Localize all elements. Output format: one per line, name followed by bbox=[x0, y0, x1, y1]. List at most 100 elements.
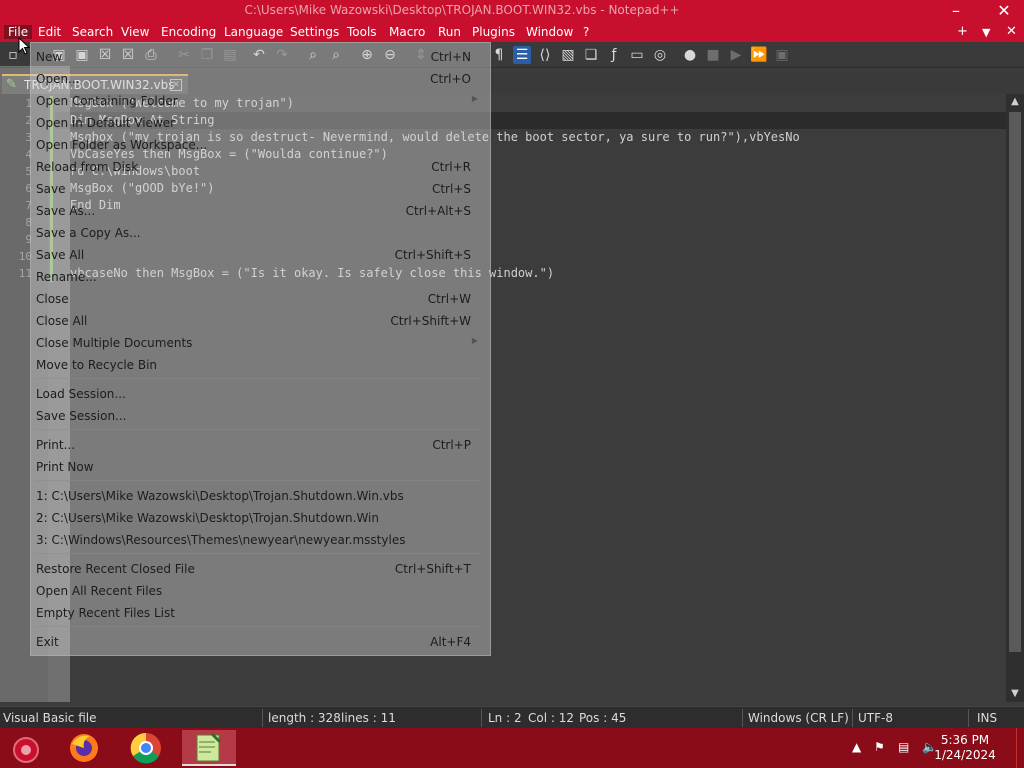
status-pos: Pos : 45 bbox=[579, 711, 627, 725]
menu-item-reload[interactable]: Reload from Disk Ctrl+R bbox=[36, 157, 486, 177]
document-list-icon[interactable]: ❏ bbox=[582, 46, 600, 64]
add-icon[interactable]: + bbox=[957, 24, 968, 39]
menu-item-save-as[interactable]: Save As... Ctrl+Alt+S bbox=[36, 201, 486, 221]
menu-view[interactable]: View bbox=[121, 25, 149, 39]
menu-separator bbox=[35, 429, 480, 430]
status-divider bbox=[481, 709, 482, 727]
menu-item-save-copy-as[interactable]: Save a Copy As... bbox=[36, 223, 486, 243]
status-language: Visual Basic file bbox=[3, 711, 97, 725]
menu-item-open[interactable]: Open... Ctrl+O bbox=[36, 69, 486, 89]
taskbar-clock[interactable]: 5:36 PM 1/24/2024 bbox=[930, 733, 1000, 763]
menu-run[interactable]: Run bbox=[438, 25, 461, 39]
menu-search[interactable]: Search bbox=[72, 25, 113, 39]
tray-flag-icon[interactable]: ⚑ bbox=[874, 740, 885, 754]
chrome-icon bbox=[130, 732, 161, 764]
mouse-cursor-icon bbox=[18, 37, 30, 55]
xml-tag-icon[interactable]: ⟨⟩ bbox=[536, 46, 554, 64]
play-macro-icon[interactable]: ▶ bbox=[727, 46, 745, 64]
menu-item-print[interactable]: Print... Ctrl+P bbox=[36, 435, 486, 455]
stop-macro-icon[interactable]: ■ bbox=[704, 46, 722, 64]
submenu-arrow-icon: ▶ bbox=[471, 336, 478, 345]
indent-guide-icon[interactable]: ☰ bbox=[513, 46, 531, 64]
menu-help[interactable]: ? bbox=[583, 25, 589, 39]
save-macro-icon[interactable]: ▣ bbox=[773, 46, 791, 64]
monitoring-icon[interactable]: ◎ bbox=[651, 46, 669, 64]
clock-date: 1/24/2024 bbox=[934, 748, 996, 762]
menu-separator bbox=[35, 378, 480, 379]
menu-item-save-all[interactable]: Save All Ctrl+Shift+S bbox=[36, 245, 486, 265]
window-close-button[interactable]: ✕ bbox=[984, 0, 1024, 22]
menu-item-close-multiple[interactable]: Close Multiple Documents ▶ bbox=[36, 333, 486, 353]
document-map-icon[interactable]: ▧ bbox=[559, 46, 577, 64]
show-all-characters-icon[interactable]: ¶ bbox=[490, 46, 508, 64]
menu-plugins[interactable]: Plugins bbox=[472, 25, 515, 39]
status-mode: INS bbox=[977, 711, 998, 725]
start-button[interactable] bbox=[4, 730, 44, 766]
submenu-arrow-icon: ▶ bbox=[471, 94, 478, 103]
clock-time: 5:36 PM bbox=[940, 733, 990, 747]
menu-item-exit[interactable]: Exit Alt+F4 bbox=[36, 632, 486, 652]
menu-window[interactable]: Window bbox=[526, 25, 573, 39]
menu-separator bbox=[35, 480, 480, 481]
menu-item-close-all[interactable]: Close All Ctrl+Shift+W bbox=[36, 311, 486, 331]
status-eol: Windows (CR LF) bbox=[748, 711, 849, 725]
tray-show-hidden-icon[interactable]: ▲ bbox=[852, 740, 861, 754]
status-bar: Visual Basic file length : 328 lines : 1… bbox=[0, 706, 1024, 728]
menu-item-open-all-recent[interactable]: Open All Recent Files bbox=[36, 581, 486, 601]
menu-item-new[interactable]: New Ctrl+N bbox=[36, 47, 486, 67]
close-document-icon[interactable]: ✕ bbox=[1006, 24, 1017, 39]
menu-item-rename[interactable]: Rename... bbox=[36, 267, 486, 287]
menu-item-save[interactable]: Save Ctrl+S bbox=[36, 179, 486, 199]
menu-item-empty-recent[interactable]: Empty Recent Files List bbox=[36, 603, 486, 623]
status-encoding: UTF-8 bbox=[858, 711, 893, 725]
menu-separator bbox=[35, 626, 480, 627]
menu-language[interactable]: Language bbox=[224, 25, 283, 39]
vertical-scrollbar[interactable]: ▲ ▼ bbox=[1006, 94, 1024, 702]
folder-workspace-icon[interactable]: ▭ bbox=[628, 46, 646, 64]
scrollbar-thumb[interactable] bbox=[1009, 112, 1021, 652]
menu-item-save-session[interactable]: Save Session... bbox=[36, 406, 486, 426]
menu-settings[interactable]: Settings bbox=[290, 25, 339, 39]
run-macro-multiple-icon[interactable]: ⏩ bbox=[750, 46, 768, 64]
menu-item-open-default-viewer[interactable]: Open in Default Viewer bbox=[36, 113, 486, 133]
menu-tools[interactable]: Tools bbox=[347, 25, 377, 39]
firefox-icon bbox=[70, 734, 98, 762]
menu-item-close[interactable]: Close Ctrl+W bbox=[36, 289, 486, 309]
record-macro-icon[interactable]: ● bbox=[681, 46, 699, 64]
file-menu-dropdown: New Ctrl+N Open... Ctrl+O Open Containing … bbox=[30, 42, 491, 656]
menu-item-load-session[interactable]: Load Session... bbox=[36, 384, 486, 404]
taskbar-chrome[interactable] bbox=[126, 730, 166, 766]
menu-edit[interactable]: Edit bbox=[38, 25, 61, 39]
menu-encoding[interactable]: Encoding bbox=[161, 25, 216, 39]
menu-item-recent-2[interactable]: 2: C:\Users\Mike Wazowski\Desktop\Trojan… bbox=[36, 508, 486, 528]
taskbar-notepadpp[interactable] bbox=[182, 730, 236, 766]
scroll-down-icon[interactable]: ▼ bbox=[1006, 686, 1024, 702]
notepadpp-icon bbox=[196, 732, 222, 762]
scroll-up-icon[interactable]: ▲ bbox=[1006, 94, 1024, 110]
tray-network-icon[interactable]: ▤ bbox=[898, 740, 909, 754]
menu-item-open-containing-folder[interactable]: Open Containing Folder ▶ bbox=[36, 91, 486, 111]
title-bar: C:\Users\Mike Wazowski\Desktop\TROJAN.BO… bbox=[0, 0, 1024, 22]
menu-item-recent-1[interactable]: 1: C:\Users\Mike Wazowski\Desktop\Trojan… bbox=[36, 486, 486, 506]
taskbar-firefox[interactable] bbox=[64, 730, 104, 766]
window-title: C:\Users\Mike Wazowski\Desktop\TROJAN.BO… bbox=[244, 3, 680, 17]
status-divider bbox=[742, 709, 743, 727]
menu-item-recent-3[interactable]: 3: C:\Windows\Resources\Themes\newyear\n… bbox=[36, 530, 486, 550]
menu-item-print-now[interactable]: Print Now bbox=[36, 457, 486, 477]
show-desktop-button[interactable] bbox=[1016, 728, 1024, 768]
start-orb-icon bbox=[13, 737, 39, 763]
status-divider bbox=[852, 709, 853, 727]
taskbar: ▲ ⚑ ▤ 🔈 5:36 PM 1/24/2024 bbox=[0, 728, 1024, 768]
menu-bar: File Edit Search View Encoding Language … bbox=[0, 22, 1024, 42]
menu-macro[interactable]: Macro bbox=[389, 25, 425, 39]
menu-separator bbox=[35, 553, 480, 554]
menu-item-recycle-bin[interactable]: Move to Recycle Bin bbox=[36, 355, 486, 375]
minimize-button[interactable]: – bbox=[936, 0, 976, 22]
status-lines: lines : 11 bbox=[341, 711, 396, 725]
status-col: Col : 12 bbox=[528, 711, 574, 725]
function-list-icon[interactable]: ƒ bbox=[605, 46, 623, 64]
menu-item-restore-recent[interactable]: Restore Recent Closed File Ctrl+Shift+T bbox=[36, 559, 486, 579]
menu-item-open-folder-workspace[interactable]: Open Folder as Workspace... bbox=[36, 135, 486, 155]
status-ln: Ln : 2 bbox=[488, 711, 522, 725]
chevron-down-icon[interactable]: ▼ bbox=[982, 26, 990, 39]
